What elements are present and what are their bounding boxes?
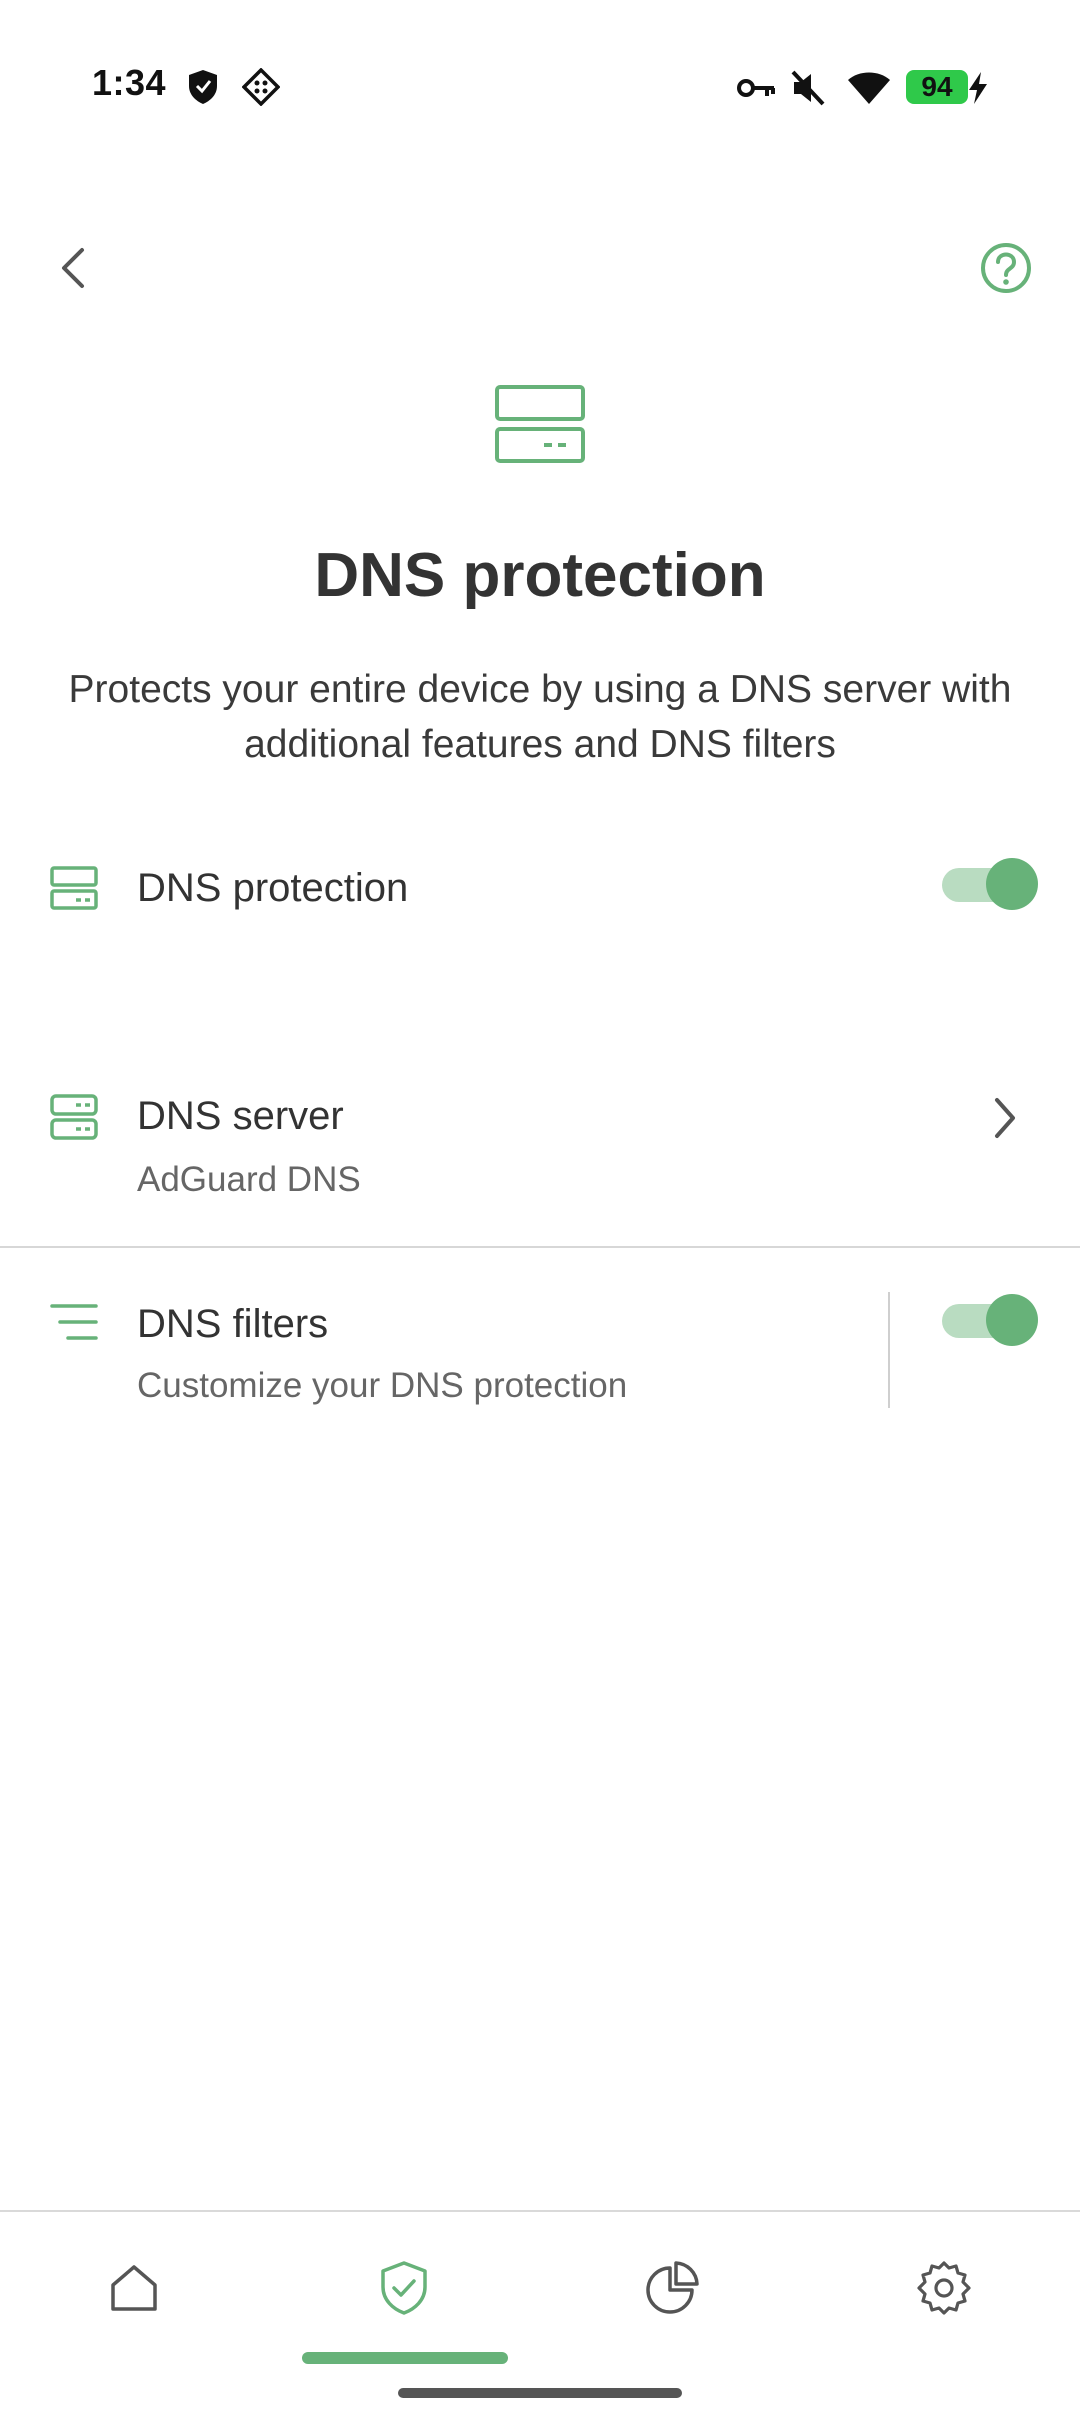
nav-settings[interactable] [904, 2248, 984, 2328]
dns-server-label: DNS server [137, 1094, 344, 1138]
shield-check-icon [381, 2261, 427, 2315]
help-button[interactable] [978, 240, 1034, 296]
dns-hero-icon [495, 385, 585, 463]
wifi-icon [848, 72, 890, 104]
dns-filters-row[interactable]: DNS filters Customize your DNS protectio… [0, 1262, 880, 1422]
dns-protection-label: DNS protection [137, 866, 409, 910]
dns-filters-toggle[interactable] [942, 1294, 1038, 1346]
nav-protection[interactable] [364, 2248, 444, 2328]
divider [0, 1246, 1080, 1248]
shield-icon [189, 70, 217, 104]
nav-selected-indicator [302, 2352, 508, 2364]
pie-chart-icon [646, 2261, 699, 2314]
dns-filters-description: Customize your DNS protection [137, 1366, 628, 1405]
gear-icon [917, 2261, 971, 2315]
dns-server-row[interactable]: DNS server AdGuard DNS [0, 1060, 1080, 1246]
dns-protection-row[interactable]: DNS protection [0, 820, 1080, 950]
bottom-nav-border [0, 2210, 1080, 2212]
dns-protection-icon [50, 866, 98, 910]
page-title: DNS protection [314, 541, 766, 610]
vpn-diamond-icon [242, 68, 280, 106]
dns-server-value: AdGuard DNS [137, 1160, 361, 1199]
nav-home[interactable] [94, 2248, 174, 2328]
filter-list-icon [50, 1304, 98, 1340]
nav-statistics[interactable] [632, 2248, 712, 2328]
gesture-bar[interactable] [398, 2388, 682, 2398]
home-icon [111, 2265, 157, 2311]
charging-icon [969, 72, 987, 104]
page-description: Protects your entire device by using a D… [68, 668, 1012, 766]
battery-icon: 94 [906, 70, 968, 104]
key-icon [737, 79, 775, 97]
back-button[interactable] [56, 244, 92, 292]
dns-filters-label: DNS filters [137, 1302, 329, 1346]
battery-level: 94 [921, 71, 953, 102]
mute-icon [791, 70, 825, 106]
dns-protection-toggle[interactable] [942, 858, 1038, 910]
dns-server-icon [50, 1094, 98, 1140]
status-time: 1:34 [92, 62, 167, 103]
vertical-divider [888, 1292, 890, 1408]
chevron-right-icon [995, 1098, 1015, 1138]
